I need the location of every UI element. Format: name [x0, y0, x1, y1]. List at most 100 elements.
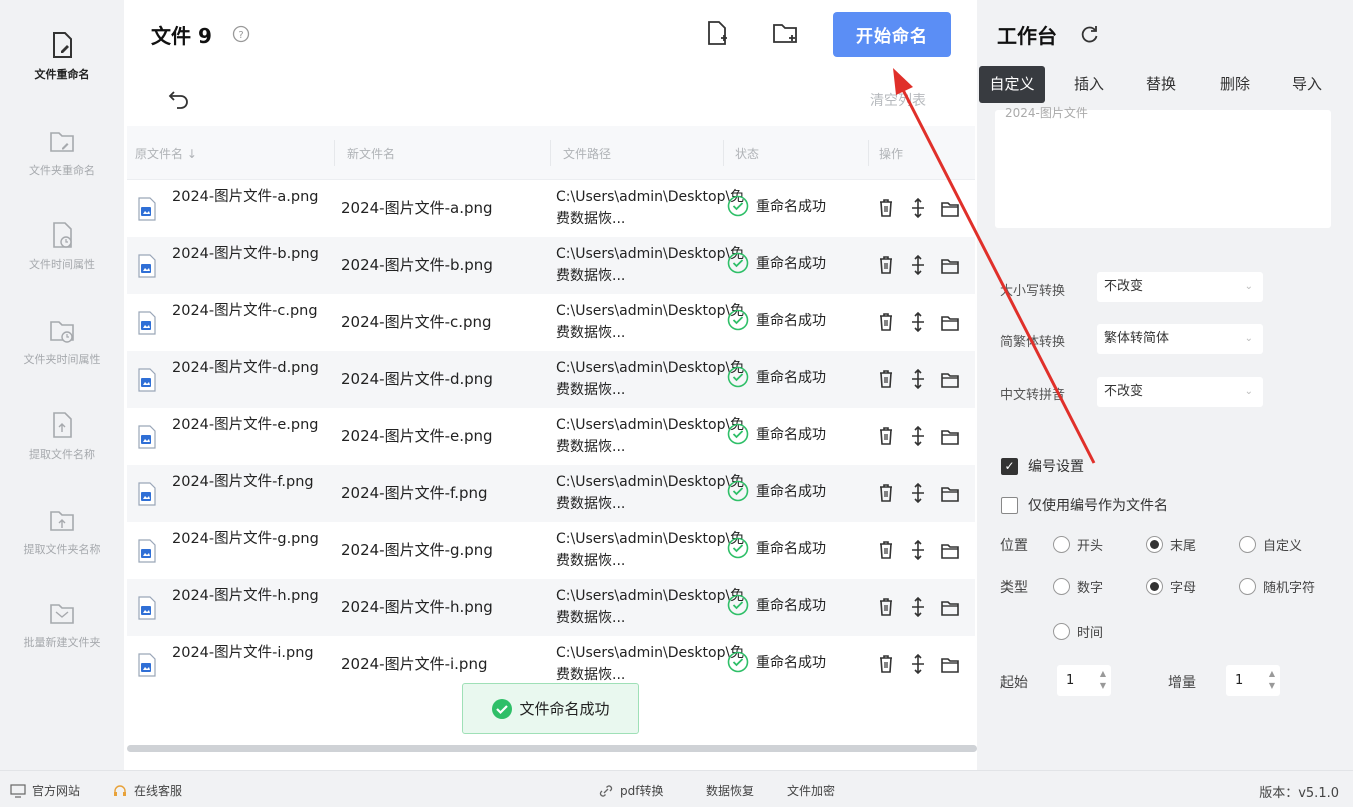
open-folder-icon[interactable]: [939, 424, 961, 448]
tab-replace[interactable]: 替换: [1131, 66, 1191, 103]
table-row[interactable]: 2024-图片文件-f.png 2024-图片文件-f.png C:\Users\a…: [127, 465, 975, 522]
trash-icon[interactable]: [875, 310, 897, 334]
open-folder-icon[interactable]: [939, 481, 961, 505]
refresh-icon[interactable]: [1079, 23, 1101, 45]
trash-icon[interactable]: [875, 538, 897, 562]
trash-icon[interactable]: [875, 595, 897, 619]
trash-icon[interactable]: [875, 424, 897, 448]
pinyin-select[interactable]: 不改变 ⌄: [1097, 377, 1263, 407]
sidebar-item-new-folders[interactable]: 批量新建文件夹: [0, 598, 124, 650]
table-row[interactable]: 2024-图片文件-b.png 2024-图片文件-b.png C:\Users\a…: [127, 237, 975, 294]
status-badge: 重命名成功: [727, 537, 826, 559]
position-option-custom[interactable]: 自定义: [1239, 535, 1302, 554]
case-conversion-value: 不改变: [1104, 279, 1144, 294]
status-text: 重命名成功: [756, 313, 826, 329]
data-recovery-link[interactable]: 数据恢复: [706, 782, 754, 799]
only-number-label: 仅使用编号作为文件名: [1028, 498, 1168, 514]
sidebar-item-file-time[interactable]: 文件时间属性: [0, 220, 124, 272]
table-row[interactable]: 2024-图片文件-d.png 2024-图片文件-d.png C:\Users\a…: [127, 351, 975, 408]
trash-icon[interactable]: [875, 481, 897, 505]
table-header: 原文件名 ↓ 新文件名 文件路径 状态 操作: [127, 126, 975, 180]
original-filename: 2024-图片文件-d.png: [172, 360, 319, 376]
undo-icon[interactable]: [166, 84, 192, 110]
move-icon[interactable]: [907, 595, 929, 619]
image-file-icon: [138, 425, 156, 449]
radio-label: 自定义: [1263, 539, 1303, 554]
status-text: 重命名成功: [756, 484, 826, 500]
position-option-start[interactable]: 开头: [1053, 535, 1103, 554]
pinyin-label: 中文转拼音: [1000, 388, 1066, 403]
sidebar-item-extract-folder[interactable]: 提取文件夹名称: [0, 505, 124, 557]
move-icon[interactable]: [907, 538, 929, 562]
start-rename-button[interactable]: 开始命名: [833, 12, 951, 57]
trash-icon[interactable]: [875, 196, 897, 220]
open-folder-icon[interactable]: [939, 595, 961, 619]
open-folder-icon[interactable]: [939, 538, 961, 562]
trash-icon[interactable]: [875, 367, 897, 391]
position-option-end[interactable]: 末尾: [1146, 535, 1196, 554]
type-option-random[interactable]: 随机字符: [1239, 577, 1315, 596]
only-number-checkbox[interactable]: 仅使用编号作为文件名: [1001, 495, 1168, 515]
file-path: C:\Users\admin\Desktop\免费数据恢...: [556, 189, 745, 227]
open-folder-icon[interactable]: [939, 253, 961, 277]
column-original-name[interactable]: 原文件名 ↓: [135, 145, 197, 162]
move-icon[interactable]: [907, 310, 929, 334]
move-icon[interactable]: [907, 367, 929, 391]
row-actions: [875, 367, 961, 391]
trash-icon[interactable]: [875, 253, 897, 277]
step-number-input[interactable]: 1 ▲ ▼: [1226, 665, 1280, 696]
type-option-number[interactable]: 数字: [1053, 577, 1103, 596]
move-icon[interactable]: [907, 481, 929, 505]
sidebar-item-file-rename[interactable]: 文件重命名: [0, 30, 124, 82]
case-conversion-select[interactable]: 不改变 ⌄: [1097, 272, 1263, 302]
clear-list-button[interactable]: 清空列表: [870, 90, 926, 110]
custom-name-textarea[interactable]: 2024-图片文件: [995, 106, 1331, 228]
table-row[interactable]: 2024-图片文件-g.png 2024-图片文件-g.png C:\Users\a…: [127, 522, 975, 579]
file-encrypt-link[interactable]: 文件加密: [787, 782, 835, 799]
help-icon[interactable]: ?: [232, 25, 250, 43]
open-folder-icon[interactable]: [939, 310, 961, 334]
tab-custom[interactable]: 自定义: [979, 66, 1045, 103]
tab-import[interactable]: 导入: [1277, 66, 1337, 103]
official-website-link[interactable]: 官方网站: [10, 782, 80, 799]
table-row[interactable]: 2024-图片文件-h.png 2024-图片文件-h.png C:\Users\a…: [127, 579, 975, 636]
stepper-icon[interactable]: ▲ ▼: [1269, 668, 1275, 692]
online-service-link[interactable]: 在线客服: [112, 782, 182, 799]
open-folder-icon[interactable]: [939, 196, 961, 220]
type-option-time[interactable]: 时间: [1053, 622, 1103, 641]
sidebar-item-folder-rename[interactable]: 文件夹重命名: [0, 126, 124, 178]
check-circle-icon: [727, 651, 749, 673]
open-folder-icon[interactable]: [939, 652, 961, 676]
tab-insert[interactable]: 插入: [1059, 66, 1119, 103]
tab-delete[interactable]: 删除: [1205, 66, 1265, 103]
start-number-input[interactable]: 1 ▲ ▼: [1057, 665, 1111, 696]
numbering-checkbox[interactable]: ✓ 编号设置: [1001, 456, 1084, 476]
sidebar-item-folder-time[interactable]: 文件夹时间属性: [0, 315, 124, 367]
move-icon[interactable]: [907, 253, 929, 277]
status-text: 重命名成功: [756, 541, 826, 557]
type-option-letter[interactable]: 字母: [1146, 577, 1196, 596]
open-folder-icon[interactable]: [939, 367, 961, 391]
table-row[interactable]: 2024-图片文件-a.png 2024-图片文件-a.png C:\Users\a…: [127, 180, 975, 237]
add-folder-icon[interactable]: [770, 18, 800, 48]
stepper-icon[interactable]: ▲ ▼: [1100, 668, 1106, 692]
sidebar-item-extract-file[interactable]: 提取文件名称: [0, 410, 124, 462]
table-row[interactable]: 2024-图片文件-c.png 2024-图片文件-c.png C:\Users\a…: [127, 294, 975, 351]
move-icon[interactable]: [907, 196, 929, 220]
file-path: C:\Users\admin\Desktop\免费数据恢...: [556, 360, 745, 398]
add-file-icon[interactable]: [702, 18, 732, 48]
file-clock-icon: [53, 222, 72, 248]
move-icon[interactable]: [907, 424, 929, 448]
table-row[interactable]: 2024-图片文件-e.png 2024-图片文件-e.png C:\Users\a…: [127, 408, 975, 465]
check-circle-icon: [727, 537, 749, 559]
workspace-tabs: 自定义 插入 替换 删除 导入: [979, 66, 1353, 106]
horizontal-scrollbar[interactable]: [127, 745, 977, 752]
trash-icon[interactable]: [875, 652, 897, 676]
pdf-convert-link[interactable]: pdf转换: [598, 782, 663, 799]
status-text: 重命名成功: [756, 256, 826, 272]
trad-simplified-select[interactable]: 繁体转简体 ⌄: [1097, 324, 1263, 354]
new-filename: 2024-图片文件-b.png: [341, 256, 493, 274]
footer-label: 数据恢复: [706, 784, 755, 798]
numbering-label: 编号设置: [1028, 459, 1084, 475]
move-icon[interactable]: [907, 652, 929, 676]
